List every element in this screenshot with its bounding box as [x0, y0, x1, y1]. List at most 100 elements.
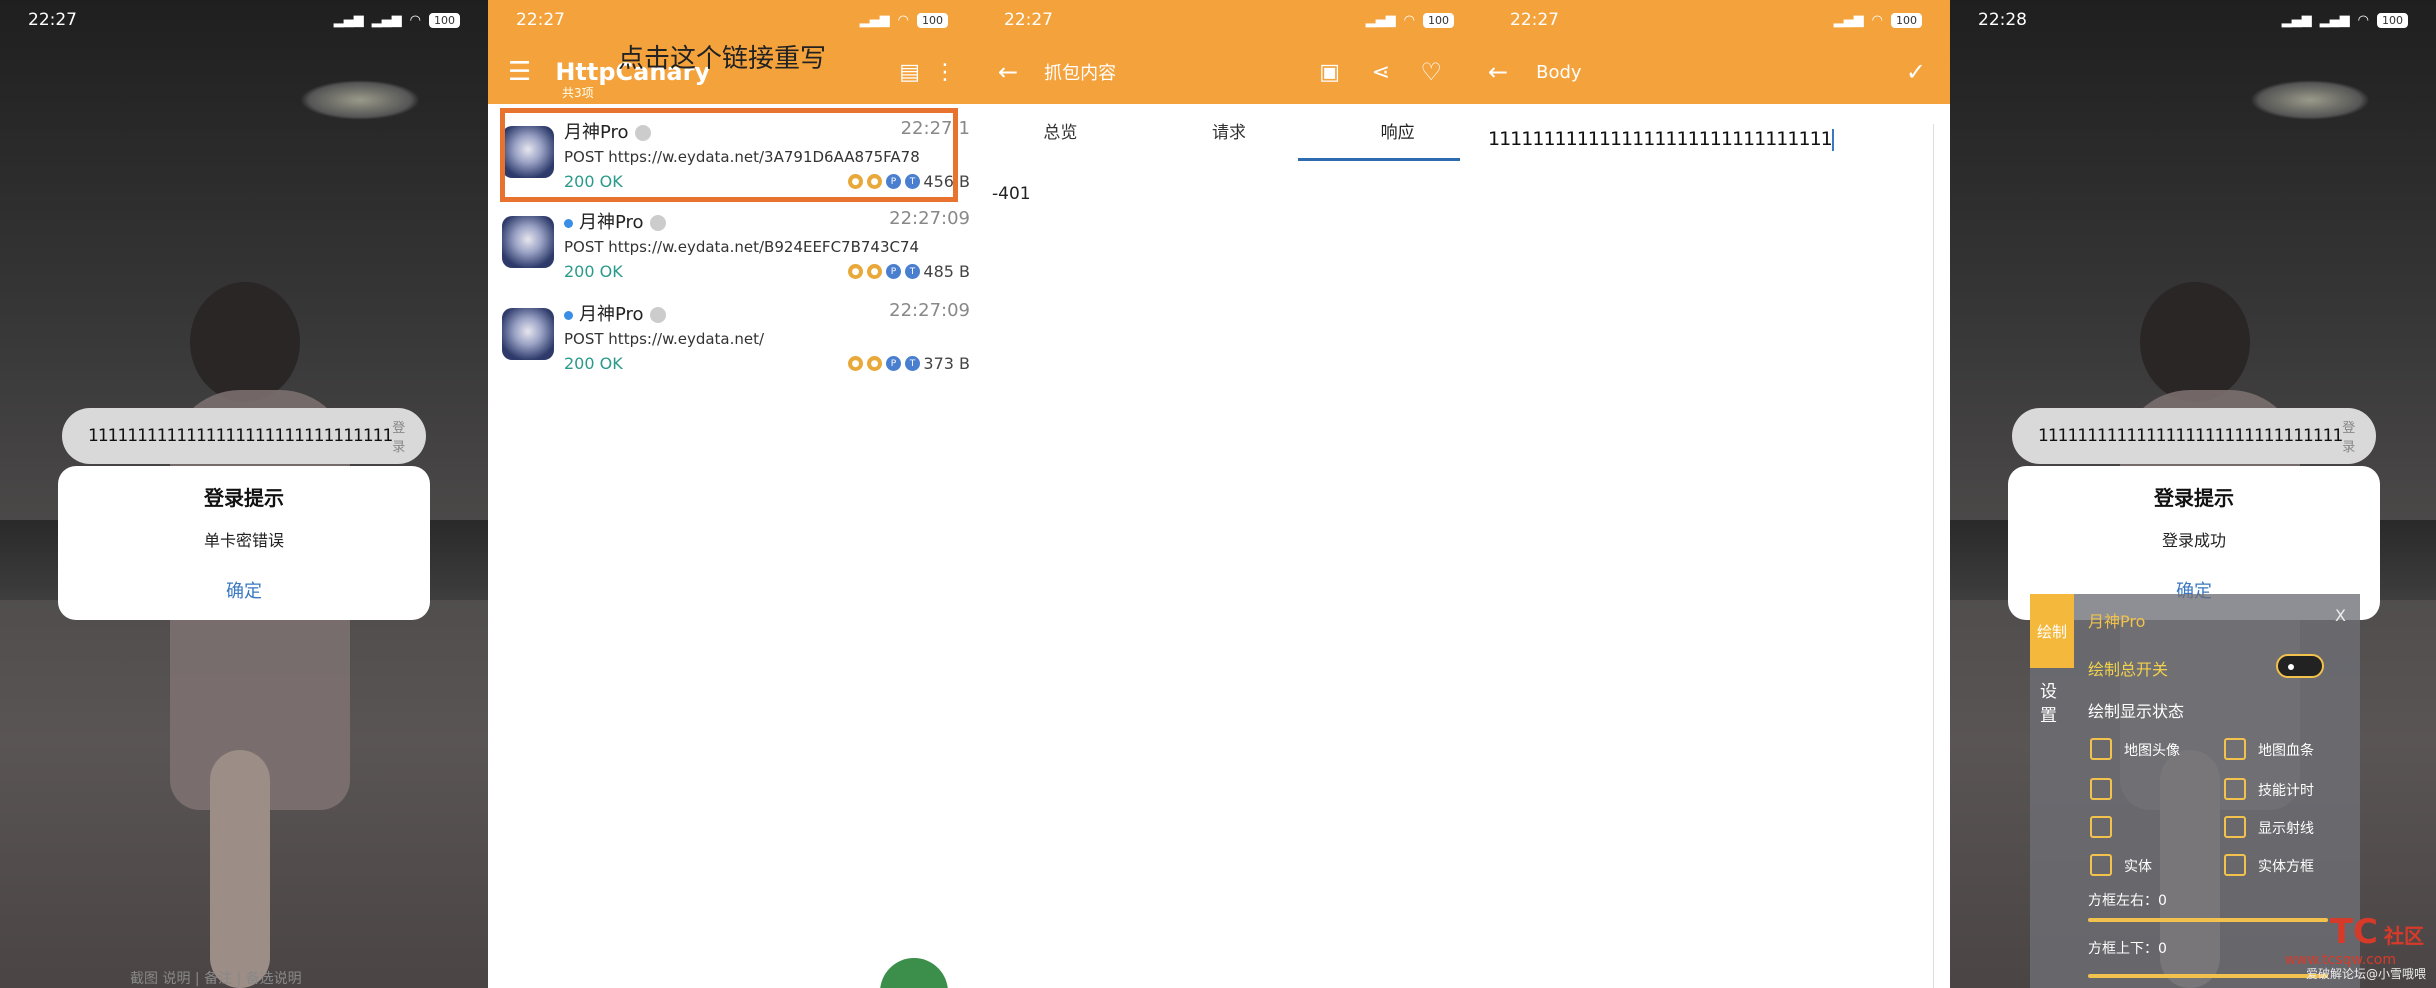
request-app-name: 月神Pro: [579, 304, 644, 325]
checkbox-option[interactable]: [2090, 778, 2112, 800]
back-arrow-icon[interactable]: ←: [998, 58, 1018, 86]
checkbox-option[interactable]: [2090, 816, 2112, 838]
checkbox-entity-box[interactable]: [2224, 854, 2246, 876]
httpcanary-list-screen: 22:27 ▂▄▆ ◠ 100 ☰ HttpCanary 共3项 ▤ ⋮ 点击这…: [488, 0, 976, 988]
toolbar: ← Body ✓: [1482, 40, 1950, 104]
tab-bar: 总览 请求 响应: [976, 104, 1482, 162]
dialog-ok-button[interactable]: 确定: [58, 577, 430, 603]
checkbox-show-ray[interactable]: [2224, 816, 2246, 838]
badge-icon: ●: [848, 264, 863, 279]
annotation-text: 点击这个链接重写: [618, 44, 827, 74]
card-key-input[interactable]: 1111111111111111111111111111111 登录: [2012, 408, 2376, 464]
login-hint[interactable]: 登录: [2342, 417, 2355, 455]
info-icon: [649, 215, 666, 231]
badge-icon: P: [886, 264, 901, 279]
favorite-heart-icon[interactable]: ♡: [1420, 58, 1442, 86]
app-subtitle: 共3项: [562, 86, 594, 100]
tab-overview[interactable]: 总览: [976, 104, 1145, 162]
highlight-box: [500, 108, 958, 202]
slider-vertical[interactable]: [2088, 974, 2328, 978]
more-icon[interactable]: ⋮: [934, 60, 956, 85]
request-time: 22:27:09: [889, 300, 970, 321]
save-icon[interactable]: ▣: [1319, 60, 1340, 85]
response-body: -401: [992, 184, 1031, 204]
info-icon: [649, 307, 666, 323]
signal-icon-2: ▂▄▆: [371, 12, 402, 28]
toolbar: ← 抓包内容 ▣ ⋖ ♡: [976, 40, 1482, 104]
app-header: 22:27 ▂▄▆ ◠ 100 ← Body ✓: [1482, 0, 1950, 104]
status-bar: 22:27 ▂▄▆ ◠ 100: [488, 0, 976, 40]
status-bar: 22:28 ▂▄▆ ▂▄▆ ◠ 100: [1950, 0, 2436, 40]
signal-icon: ▂▄▆: [859, 12, 890, 28]
card-key-value: 1111111111111111111111111111111: [2038, 426, 2343, 446]
filter-icon[interactable]: ▤: [899, 60, 920, 85]
body-editor-screen: 22:27 ▂▄▆ ◠ 100 ← Body ✓ 111111111111111…: [1482, 0, 1950, 988]
menu-icon[interactable]: ☰: [508, 57, 531, 87]
checkbox-map-avatar[interactable]: [2090, 738, 2112, 760]
dialog-title: 登录提示: [2154, 486, 2234, 510]
signal-icon-2: ▂▄▆: [2319, 12, 2350, 28]
request-row[interactable]: 月神Pro 22:27:09 POST https://w.eydata.net…: [488, 198, 976, 288]
option-label: 实体方框: [2258, 859, 2314, 875]
phone-screen-login-success: 22:28 ▂▄▆ ▂▄▆ ◠ 100 11111111111111111111…: [1950, 0, 2436, 988]
capture-fab-button[interactable]: [880, 958, 948, 988]
confirm-check-icon[interactable]: ✓: [1906, 58, 1926, 86]
capture-detail-screen: 22:27 ▂▄▆ ◠ 100 ← 抓包内容 ▣ ⋖ ♡ 总览 请求 响应 -4…: [976, 0, 1482, 988]
tab-request[interactable]: 请求: [1145, 104, 1314, 162]
tc-logo-text: TC: [2329, 912, 2378, 952]
app-avatar: [502, 216, 554, 268]
dialog-message: 登录成功: [2161, 531, 2226, 550]
signal-icon: ▂▄▆: [2281, 12, 2312, 28]
battery-icon: 100: [917, 12, 948, 28]
master-switch-label: 绘制总开关: [2088, 660, 2169, 679]
request-row[interactable]: 月神Pro 22:27:09 POST https://w.eydata.net…: [488, 290, 976, 380]
tc-logo-sub: 社区: [2384, 924, 2424, 948]
phone-screen-login-error: 22:27 ▂▄▆ ▂▄▆ ◠ 100 11111111111111111111…: [0, 0, 488, 988]
signal-icon: ▂▄▆: [1833, 12, 1864, 28]
tab-response[interactable]: 响应: [1313, 104, 1482, 162]
request-status: 200 OK: [564, 262, 623, 281]
bottom-note: 截图 说明 | 备注 | 备选说明: [130, 971, 302, 987]
status-time: 22:27: [28, 10, 77, 30]
checkbox-map-hp[interactable]: [2224, 738, 2246, 760]
login-hint[interactable]: 登录: [392, 417, 405, 455]
body-value: 1111111111111111111111111111111: [1488, 128, 1833, 150]
checkbox-skill-timer[interactable]: [2224, 778, 2246, 800]
checkbox-entity[interactable]: [2090, 854, 2112, 876]
request-app: 月神Pro: [564, 300, 666, 326]
dialog-message: 单卡密错误: [203, 531, 284, 550]
status-bar: 22:27 ▂▄▆ ◠ 100: [1482, 0, 1950, 40]
wifi-icon: ◠: [1403, 12, 1415, 28]
battery-icon: 100: [1891, 12, 1922, 28]
menu-tab-draw[interactable]: 绘制: [2030, 594, 2074, 668]
slider-horizontal-label: 方框左右：0: [2088, 893, 2167, 909]
request-time: 22:27:09: [889, 208, 970, 229]
wifi-icon: ◠: [2357, 12, 2369, 28]
watermark: 爱破解论坛@小雪哦喂: [2305, 967, 2426, 981]
battery-icon: 100: [1423, 12, 1454, 28]
card-key-input[interactable]: 1111111111111111111111111111111 登录: [62, 408, 426, 464]
option-label: 实体: [2124, 859, 2152, 875]
app-header: 22:27 ▂▄▆ ◠ 100 ← 抓包内容 ▣ ⋖ ♡: [976, 0, 1482, 104]
battery-icon: 100: [2377, 12, 2408, 28]
menu-close-icon[interactable]: X: [2335, 606, 2346, 625]
request-app: 月神Pro: [564, 208, 666, 234]
share-icon[interactable]: ⋖: [1372, 60, 1390, 85]
ceiling-lamp: [300, 80, 420, 120]
back-arrow-icon[interactable]: ←: [1488, 58, 1508, 86]
request-size: 373 B: [923, 354, 970, 373]
badge-icon: ●: [848, 356, 863, 371]
menu-title: 月神Pro: [2088, 612, 2146, 631]
status-bar: 22:27 ▂▄▆ ▂▄▆ ◠ 100: [0, 0, 488, 40]
badge-icon: P: [886, 356, 901, 371]
slider-horizontal[interactable]: [2088, 918, 2328, 922]
protocol-badges: ● ● P T: [848, 264, 920, 279]
request-size: 485 B: [923, 262, 970, 281]
menu-tab-settings[interactable]: 设置: [2040, 680, 2060, 728]
status-time: 22:27: [1510, 10, 1559, 30]
option-label: 显示射线: [2258, 821, 2314, 837]
badge-icon: T: [905, 264, 920, 279]
body-input[interactable]: 1111111111111111111111111111111: [1488, 128, 1834, 151]
option-label: 地图头像: [2124, 743, 2180, 759]
master-switch-toggle[interactable]: [2276, 654, 2324, 678]
